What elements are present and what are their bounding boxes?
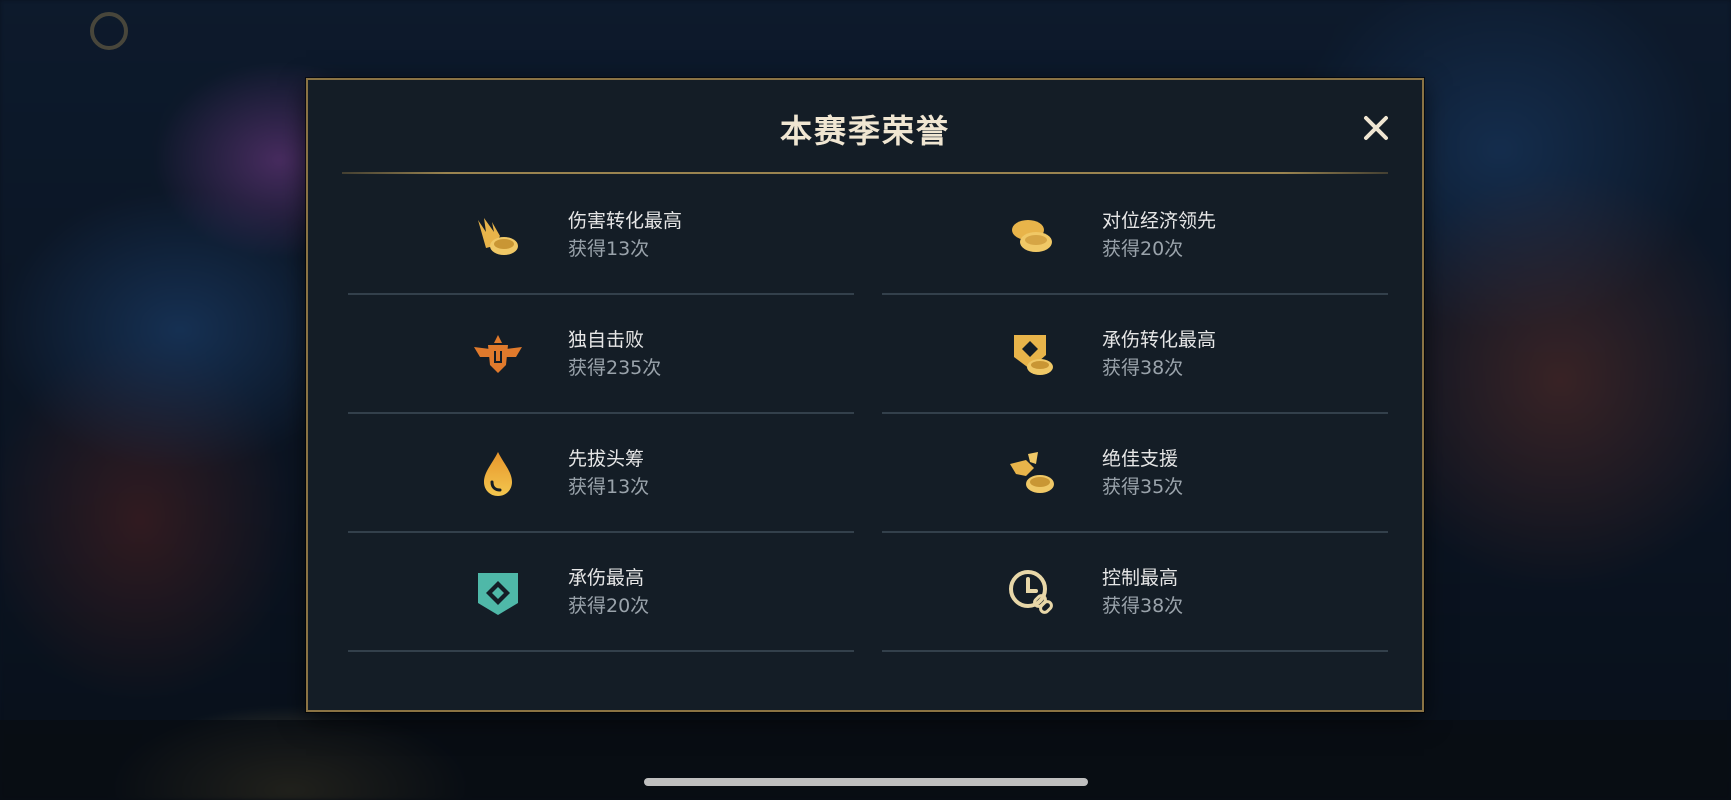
honor-name: 伤害转化最高: [568, 210, 683, 232]
bottom-nav-bar: [0, 720, 1731, 800]
diamond-shield-icon: [472, 567, 524, 619]
honor-count: 获得235次: [568, 357, 662, 379]
honor-count: 获得13次: [568, 238, 650, 260]
honor-item-most-damage-taken: 承伤最高 获得20次: [348, 533, 854, 652]
honor-count: 获得38次: [1102, 595, 1184, 617]
coins-icon: [1006, 210, 1058, 262]
honor-count: 获得20次: [568, 595, 650, 617]
honor-item-solo-kill: 独自击败 获得235次: [348, 295, 854, 414]
honor-item-best-support: 绝佳支援 获得35次: [882, 414, 1388, 533]
close-icon: [1364, 116, 1388, 140]
honors-grid: 伤害转化最高 获得13次 对位经济领先 获得20次 独自击败 获得235次 承伤…: [348, 176, 1388, 652]
honor-item-most-control: 控制最高 获得38次: [882, 533, 1388, 652]
game-logo-icon: [90, 12, 128, 50]
honor-item-lane-economy-lead: 对位经济领先 获得20次: [882, 176, 1388, 295]
honor-count: 获得20次: [1102, 238, 1184, 260]
honor-name: 对位经济领先: [1102, 210, 1217, 232]
clock-chain-icon: [1006, 567, 1058, 619]
honor-count: 获得35次: [1102, 476, 1184, 498]
honor-name: 绝佳支援: [1102, 448, 1179, 470]
honor-count: 获得38次: [1102, 357, 1184, 379]
dialog-title: 本赛季荣誉: [779, 112, 950, 150]
title-divider: [342, 172, 1388, 174]
flame-coin-icon: [472, 210, 524, 262]
honor-name: 先拔头筹: [568, 448, 645, 470]
winged-emblem-icon: [472, 329, 524, 381]
honor-item-damage-conversion: 伤害转化最高 获得13次: [348, 176, 854, 295]
honor-name: 控制最高: [1102, 567, 1179, 589]
blood-drop-icon: [472, 448, 524, 500]
honor-count: 获得13次: [568, 476, 650, 498]
close-button[interactable]: [1358, 110, 1394, 146]
shield-coin-icon: [1006, 329, 1058, 381]
honor-name: 承伤最高: [568, 567, 645, 589]
honor-item-tank-conversion: 承伤转化最高 获得38次: [882, 295, 1388, 414]
honor-name: 承伤转化最高: [1102, 329, 1217, 351]
season-honors-dialog: 本赛季荣誉 伤害转化最高 获得13次 对位经济领先 获得20次 独自击败 获得2…: [306, 78, 1424, 712]
home-indicator[interactable]: [644, 778, 1088, 786]
top-left-header: [90, 12, 128, 50]
honor-name: 独自击败: [568, 329, 645, 351]
wing-coin-icon: [1006, 448, 1058, 500]
honor-item-first-blood: 先拔头筹 获得13次: [348, 414, 854, 533]
